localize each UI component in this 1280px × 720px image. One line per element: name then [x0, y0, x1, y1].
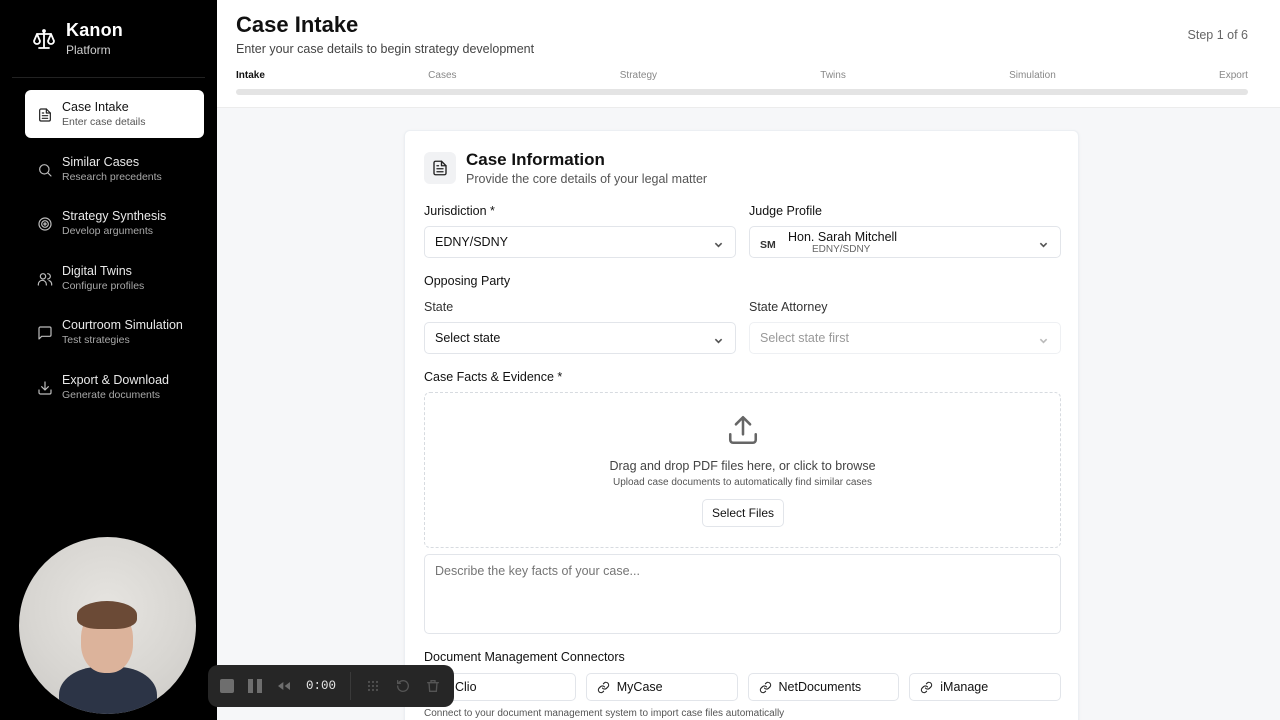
document-icon: [37, 107, 53, 123]
step-twins[interactable]: Twins: [820, 70, 846, 81]
state-attorney-label: State Attorney: [749, 300, 828, 314]
sidebar-item-label: Digital Twins: [62, 263, 132, 278]
trash-icon[interactable]: [425, 678, 441, 694]
state-select[interactable]: Select state: [424, 322, 736, 354]
brand[interactable]: Kanon Platform: [32, 20, 123, 57]
grid-icon[interactable]: [365, 678, 381, 694]
chevron-down-icon: [1039, 334, 1048, 344]
pause-icon[interactable]: [248, 679, 262, 693]
sidebar-item-label: Similar Cases: [62, 154, 140, 169]
presenter-body: [59, 667, 157, 714]
chevron-down-icon: [714, 334, 723, 344]
case-information-card: Case Information Provide the core detail…: [404, 130, 1079, 720]
sidebar-item-courtroom-simulation[interactable]: Courtroom Simulation Test strategies: [25, 308, 204, 356]
document-icon: [424, 152, 456, 184]
toolbar-divider: [350, 672, 352, 700]
jurisdiction-select[interactable]: EDNY/SDNY: [424, 226, 736, 258]
jurisdiction-label: Jurisdiction *: [424, 204, 495, 218]
sidebar-item-label: Strategy Synthesis: [62, 209, 167, 223]
judge-profile-label: Judge Profile: [749, 204, 822, 218]
link-icon: [597, 681, 609, 693]
restart-icon[interactable]: [395, 678, 411, 694]
users-icon: [37, 271, 53, 287]
state-label: State: [424, 300, 454, 314]
target-icon: [37, 216, 53, 232]
sidebar-item-sublabel: Test strategies: [62, 334, 130, 346]
card-title: Case Information: [466, 150, 605, 169]
connector-mycase-button[interactable]: MyCase: [585, 673, 738, 701]
link-icon: [759, 681, 771, 693]
sidebar-divider: [12, 77, 205, 78]
link-icon: [921, 681, 933, 693]
sidebar-item-label: Export & Download: [62, 372, 170, 387]
jurisdiction-value: EDNY/SDNY: [435, 235, 508, 249]
rewind-icon[interactable]: [276, 678, 292, 694]
sidebar-item-sublabel: Develop arguments: [62, 225, 154, 237]
sidebar-item-strategy-synthesis[interactable]: Strategy Synthesis Develop arguments: [25, 199, 204, 247]
state-attorney-select[interactable]: Select state first: [749, 322, 1061, 354]
dropzone-text: Drag and drop PDF files here, or click t…: [609, 459, 876, 473]
connector-label: NetDocuments: [778, 680, 862, 694]
scales-icon: [32, 27, 56, 51]
sidebar: Kanon Platform Case Intake Enter case de…: [0, 0, 217, 720]
progress-bar: [236, 89, 1248, 95]
brand-subtitle: Platform: [66, 43, 111, 57]
step-counter: Step 1 of 6: [1187, 28, 1248, 42]
step-export[interactable]: Export: [1219, 70, 1248, 81]
sidebar-item-label: Case Intake: [62, 100, 129, 114]
case-facts-label: Case Facts & Evidence *: [424, 370, 563, 384]
state-value: Select state: [435, 331, 501, 345]
stop-icon[interactable]: [220, 679, 234, 693]
select-files-button[interactable]: Select Files: [702, 499, 784, 527]
opposing-party-label: Opposing Party: [424, 274, 511, 288]
chat-icon: [37, 325, 53, 341]
recording-time: 0:00: [306, 679, 337, 693]
sidebar-item-export-download[interactable]: Export & Download Generate documents: [25, 363, 204, 411]
step-cases[interactable]: Cases: [428, 70, 456, 81]
connectors-label: Document Management Connectors: [424, 650, 625, 664]
sidebar-item-digital-twins[interactable]: Digital Twins Configure profiles: [25, 254, 204, 302]
dropzone-subtext: Upload case documents to automatically f…: [612, 477, 872, 488]
sidebar-item-similar-cases[interactable]: Similar Cases Research precedents: [25, 145, 204, 193]
chevron-down-icon: [1039, 238, 1048, 248]
page-header: Case Intake Enter your case details to b…: [217, 0, 1280, 108]
sidebar-item-sublabel: Generate documents: [62, 388, 161, 401]
presenter-hair: [77, 601, 137, 629]
judge-court: EDNY/SDNY: [812, 244, 871, 255]
card-subtitle: Provide the core details of your legal m…: [466, 172, 708, 186]
case-facts-textarea[interactable]: [424, 554, 1061, 634]
judge-avatar: SM: [760, 239, 776, 251]
sidebar-item-label: Courtroom Simulation: [62, 318, 183, 332]
connector-label: Clio: [455, 680, 477, 694]
sidebar-item-sublabel: Configure profiles: [62, 279, 145, 292]
chevron-down-icon: [714, 238, 723, 248]
step-strategy[interactable]: Strategy: [620, 70, 657, 81]
step-tabs: Intake Cases Strategy Twins Simulation E…: [236, 70, 1248, 81]
page-title: Case Intake: [236, 12, 359, 37]
step-intake[interactable]: Intake: [236, 70, 265, 81]
upload-icon: [726, 413, 760, 447]
sidebar-item-case-intake[interactable]: Case Intake Enter case details: [25, 90, 204, 138]
sidebar-item-sublabel: Research precedents: [62, 170, 162, 183]
file-dropzone[interactable]: Drag and drop PDF files here, or click t…: [424, 392, 1061, 548]
search-icon: [37, 162, 53, 178]
connector-label: MyCase: [616, 680, 663, 694]
connector-label: iManage: [940, 680, 989, 694]
connectors-note: Connect to your document management syst…: [424, 708, 785, 719]
download-icon: [37, 380, 53, 396]
connector-netdocuments-button[interactable]: NetDocuments: [747, 673, 900, 701]
state-attorney-value: Select state first: [760, 331, 849, 345]
connector-imanage-button[interactable]: iManage: [909, 673, 1061, 701]
sidebar-nav: Case Intake Enter case details Similar C…: [25, 90, 204, 417]
recorder-toolbar: 0:00: [208, 665, 454, 707]
judge-name: Hon. Sarah Mitchell: [788, 230, 898, 244]
sidebar-item-sublabel: Enter case details: [62, 116, 146, 128]
connectors-row: Clio MyCase NetDocuments iManage: [424, 673, 1061, 701]
page-subtitle: Enter your case details to begin strateg…: [236, 42, 535, 56]
brand-name: Kanon: [66, 20, 123, 40]
webcam-bubble[interactable]: [19, 537, 196, 714]
step-simulation[interactable]: Simulation: [1009, 70, 1056, 81]
judge-profile-select[interactable]: SM Hon. Sarah Mitchell EDNY/SDNY: [749, 226, 1061, 258]
